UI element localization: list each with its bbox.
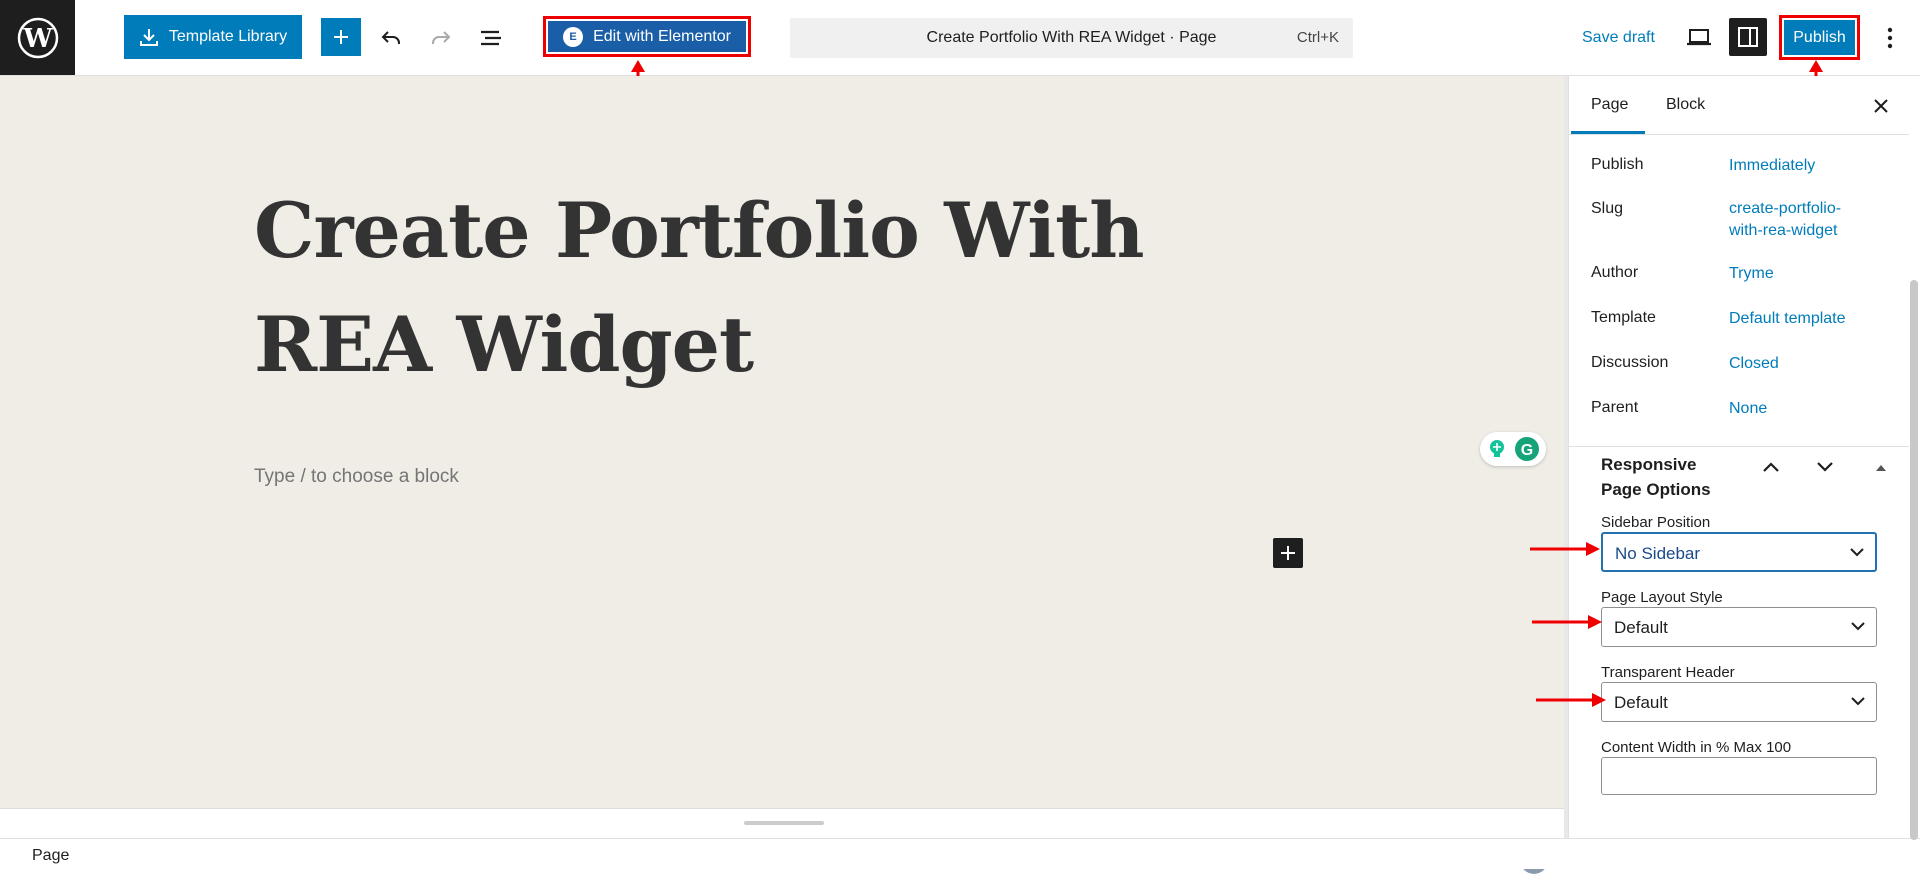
close-icon[interactable] [1873,94,1889,120]
elementor-icon: E [563,26,584,47]
sidebar-position-label: Sidebar Position [1601,514,1711,531]
download-icon [139,27,159,47]
editor-canvas[interactable]: Create Portfolio With REA Widget Type / … [0,76,1564,874]
parent-row-value[interactable]: None [1729,398,1889,420]
slug-row-value[interactable]: create-portfolio-with-rea-widget [1729,198,1859,242]
annotation-arrow-right-icon [1536,693,1606,707]
keyboard-shortcut: Ctrl+K [1296,29,1339,46]
content-width-input[interactable] [1601,757,1877,795]
page-layout-style-value: Default [1614,618,1668,637]
page-title[interactable]: Create Portfolio With REA Widget [254,174,1274,402]
top-toolbar: W Template Library E Edit with Elementor… [0,0,1920,76]
publish-button[interactable]: Publish [1779,15,1860,60]
collapse-triangle-icon[interactable] [1875,460,1887,478]
sidebar-position-select[interactable]: No Sidebar [1601,532,1877,572]
save-draft-button[interactable]: Save draft [1582,29,1655,47]
content-width-label: Content Width in % Max 100 [1601,739,1792,756]
edit-with-elementor-label: Edit with Elementor [593,27,731,45]
template-row-label: Template [1591,309,1656,326]
redo-icon[interactable] [425,22,457,54]
grammarly-icon[interactable]: G [1514,436,1540,462]
command-palette-bar[interactable]: Create Portfolio With REA Widget · Page … [790,18,1353,58]
wordpress-logo-icon[interactable]: W [0,0,75,75]
breadcrumb[interactable]: Page [32,847,69,865]
author-row-label: Author [1591,264,1639,281]
sidebar-divider [1569,446,1909,447]
sidebar-position-value: No Sidebar [1615,544,1701,563]
undo-icon[interactable] [375,22,407,54]
settings-sidebar: Page Block Publish Immediately Slug crea… [1568,76,1920,838]
tab-block[interactable]: Block [1666,96,1705,114]
template-library-button[interactable]: Template Library [124,15,302,59]
page-layout-style-select[interactable]: Default [1601,607,1877,647]
svg-text:G: G [1521,442,1533,459]
page-layout-style-label: Page Layout Style [1601,589,1723,606]
parent-row-label: Parent [1591,399,1639,416]
chevron-down-icon [1850,692,1866,715]
publish-label: Publish [1784,20,1855,55]
chevron-down-icon [1850,617,1866,640]
footer-bar: Page [0,838,1920,869]
preview-desktop-icon[interactable] [1681,20,1717,56]
publish-row-label: Publish [1591,156,1644,173]
panel-title[interactable]: Responsive Page Options [1601,452,1741,502]
sidebar-tabs: Page Block [1569,76,1909,135]
more-options-icon[interactable] [1872,22,1908,54]
transparent-header-label: Transparent Header [1601,664,1735,681]
add-block-button[interactable] [321,18,361,56]
discussion-row-value[interactable]: Closed [1729,353,1889,375]
annotation-arrow-right-icon [1530,542,1600,556]
slug-row-label: Slug [1591,200,1624,217]
inline-add-block-icon[interactable] [1273,538,1303,568]
transparent-header-select[interactable]: Default [1601,682,1877,722]
template-row-value[interactable]: Default template [1729,308,1889,330]
annotation-arrow-right-icon [1532,615,1602,629]
transparent-header-value: Default [1614,693,1668,712]
document-overview-icon[interactable] [475,22,507,54]
discussion-row-label: Discussion [1591,354,1669,371]
tab-page[interactable]: Page [1591,96,1628,114]
plus-icon [332,28,350,46]
chevron-down-icon[interactable] [1815,460,1835,479]
chevron-down-icon [1849,543,1865,566]
active-tab-indicator [1571,131,1645,134]
publish-row-value[interactable]: Immediately [1729,155,1889,177]
resize-handle[interactable] [0,808,1564,839]
settings-sidebar-toggle-icon[interactable] [1729,18,1767,56]
author-row-value[interactable]: Tryme [1729,263,1889,285]
svg-text:W: W [22,24,53,54]
grammarly-widget[interactable]: G [1480,432,1546,466]
chevron-up-icon[interactable] [1761,460,1781,479]
lightbulb-icon[interactable] [1486,438,1508,460]
resize-grip[interactable] [744,821,824,825]
sidebar-scrollbar[interactable] [1910,280,1918,840]
block-placeholder[interactable]: Type / to choose a block [254,466,459,488]
document-title: Create Portfolio With REA Widget · Page [926,29,1217,46]
edit-with-elementor-button[interactable]: E Edit with Elementor [543,16,751,57]
template-library-label: Template Library [168,28,288,45]
